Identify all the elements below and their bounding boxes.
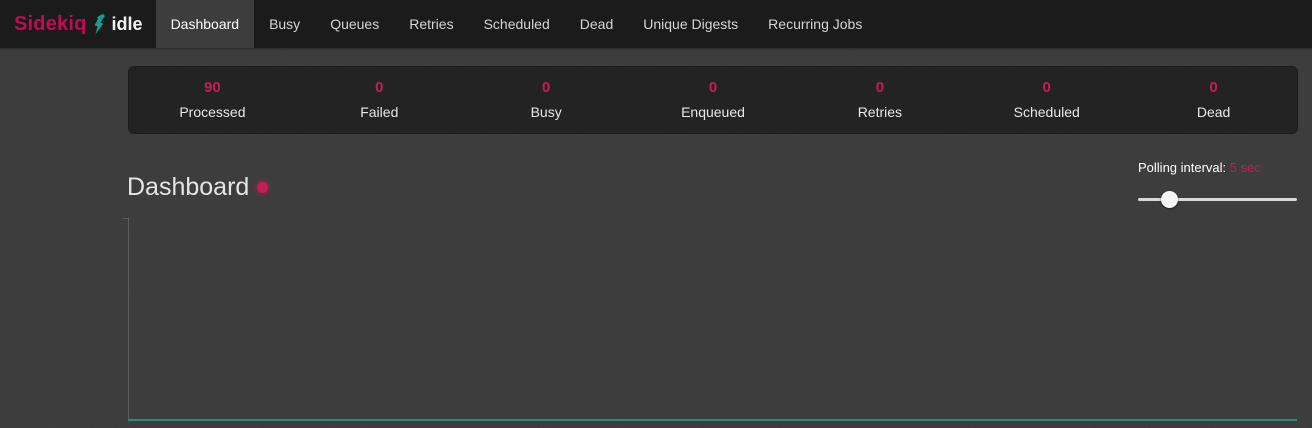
nav-item-retries[interactable]: Retries (394, 0, 468, 48)
nav-item-scheduled[interactable]: Scheduled (469, 0, 565, 48)
stat-failed-value: 0 (296, 80, 463, 96)
stat-scheduled-label: Scheduled (963, 104, 1130, 120)
stat-enqueued-value: 0 (630, 80, 797, 96)
brand[interactable]: Sidekiq idle (14, 0, 143, 48)
polling-interval-label: Polling interval: 5 sec (1138, 160, 1298, 176)
stat-dead[interactable]: 0 Dead (1130, 67, 1297, 133)
stat-processed-label: Processed (129, 104, 296, 120)
stat-retries[interactable]: 0 Retries (796, 67, 963, 133)
stat-scheduled[interactable]: 0 Scheduled (963, 67, 1130, 133)
stat-enqueued[interactable]: 0 Enqueued (630, 67, 797, 133)
nav-item-recurring-jobs[interactable]: Recurring Jobs (753, 0, 877, 48)
chart-y-axis-tick (123, 218, 128, 219)
sidekiq-logo-text[interactable]: Sidekiq (14, 13, 87, 36)
summary-stats-bar: 90 Processed 0 Failed 0 Busy 0 Enqueued … (128, 66, 1298, 134)
stat-failed-label: Failed (296, 104, 463, 120)
redis-status-label: idle (112, 14, 143, 35)
live-beacon-indicator (257, 182, 268, 193)
sidekiq-dashboard-page: Sidekiq idle Dashboard Busy Queues Retri… (0, 0, 1312, 428)
stat-enqueued-label: Enqueued (630, 104, 797, 120)
stat-scheduled-value: 0 (963, 80, 1130, 96)
chart-y-axis (128, 217, 129, 421)
nav-item-queues[interactable]: Queues (315, 0, 394, 48)
polling-interval-slider[interactable] (1138, 191, 1298, 208)
stat-retries-label: Retries (796, 104, 963, 120)
stat-failed[interactable]: 0 Failed (296, 67, 463, 133)
stat-retries-value: 0 (796, 80, 963, 96)
stat-busy[interactable]: 0 Busy (463, 67, 630, 133)
nav-item-dead[interactable]: Dead (565, 0, 628, 48)
nav-item-busy[interactable]: Busy (254, 0, 315, 48)
stat-busy-value: 0 (463, 80, 630, 96)
stat-dead-value: 0 (1130, 80, 1297, 96)
stat-processed-value: 90 (129, 80, 296, 96)
stat-busy-label: Busy (463, 104, 630, 120)
sidekiq-logo-icon (92, 14, 107, 35)
nav-tabs: Dashboard Busy Queues Retries Scheduled … (156, 0, 878, 48)
realtime-chart (128, 217, 1297, 428)
nav-item-dashboard[interactable]: Dashboard (156, 0, 255, 48)
chart-series-line (128, 419, 1297, 421)
stat-processed[interactable]: 90 Processed (129, 67, 296, 133)
navbar: Sidekiq idle Dashboard Busy Queues Retri… (0, 0, 1312, 48)
nav-item-unique-digests[interactable]: Unique Digests (628, 0, 753, 48)
slider-thumb[interactable] (1161, 191, 1178, 208)
polling-interval-control: Polling interval: 5 sec (1138, 160, 1298, 208)
page-title: Dashboard (127, 173, 249, 202)
stat-dead-label: Dead (1130, 104, 1297, 120)
polling-interval-value: 5 sec (1230, 160, 1261, 175)
